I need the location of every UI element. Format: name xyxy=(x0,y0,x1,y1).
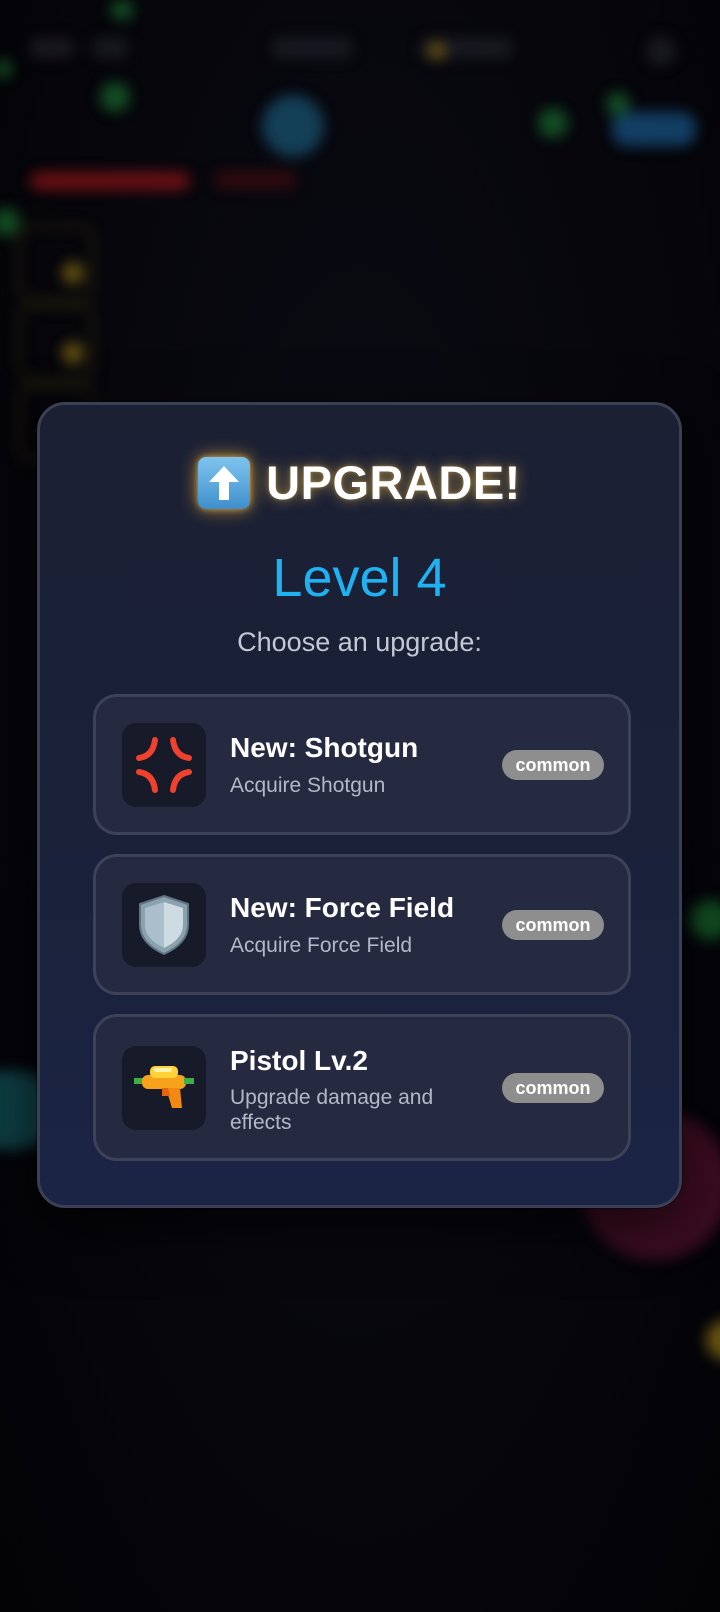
option-description: Upgrade damage and effects xyxy=(230,1086,434,1134)
upgrade-option-pistol[interactable]: Pistol Lv.2 Upgrade damage and effects c… xyxy=(93,1014,631,1161)
background-coin xyxy=(706,1320,720,1360)
background-level-marker xyxy=(62,342,84,364)
background-button xyxy=(612,112,696,146)
shield-icon xyxy=(122,883,206,967)
level-label: Level 4 xyxy=(272,548,447,608)
background-weapon-slot xyxy=(18,225,94,301)
background-health-label xyxy=(215,172,295,188)
option-name: New: Shotgun xyxy=(230,732,419,763)
background-pause-icon xyxy=(646,36,676,66)
choose-prompt: Choose an upgrade: xyxy=(237,627,482,657)
background-enemy xyxy=(690,900,720,940)
background-health-bar xyxy=(30,172,190,190)
background-enemy xyxy=(0,60,12,78)
game-screen: UPGRADE! Level 4 Choose an upgrade: New:… xyxy=(0,0,720,1612)
background-hud-item xyxy=(272,38,352,58)
background-player xyxy=(262,95,324,157)
rarity-badge: common xyxy=(502,1073,604,1103)
background-enemy xyxy=(0,208,20,236)
background-enemy xyxy=(110,0,134,20)
anger-symbol-icon xyxy=(122,723,206,807)
background-hud-item xyxy=(92,38,128,58)
background-enemy xyxy=(538,108,568,138)
option-name: New: Force Field xyxy=(230,892,455,923)
background-weapon-slot xyxy=(18,305,94,381)
rarity-badge: common xyxy=(502,750,604,780)
upgrade-option-force-field[interactable]: New: Force Field Acquire Force Field com… xyxy=(93,854,631,995)
title-label: UPGRADE! xyxy=(266,456,521,509)
background-enemy xyxy=(606,92,630,116)
option-name: Pistol Lv.2 xyxy=(230,1045,368,1076)
option-description: Acquire Force Field xyxy=(230,934,413,957)
water-pistol-icon xyxy=(122,1046,206,1130)
upgrade-option-shotgun[interactable]: New: Shotgun Acquire Shotgun common xyxy=(93,694,631,835)
up-arrow-icon xyxy=(198,456,251,509)
rarity-badge: common xyxy=(502,910,604,940)
background-level-marker xyxy=(62,262,84,284)
background-coin-icon xyxy=(428,42,446,60)
background-hud-item xyxy=(30,38,74,58)
background-enemy xyxy=(100,82,130,112)
option-description: Acquire Shotgun xyxy=(230,774,386,797)
dialog-title: UPGRADE! xyxy=(40,455,679,510)
upgrade-dialog: UPGRADE! Level 4 Choose an upgrade: New:… xyxy=(37,402,682,1208)
